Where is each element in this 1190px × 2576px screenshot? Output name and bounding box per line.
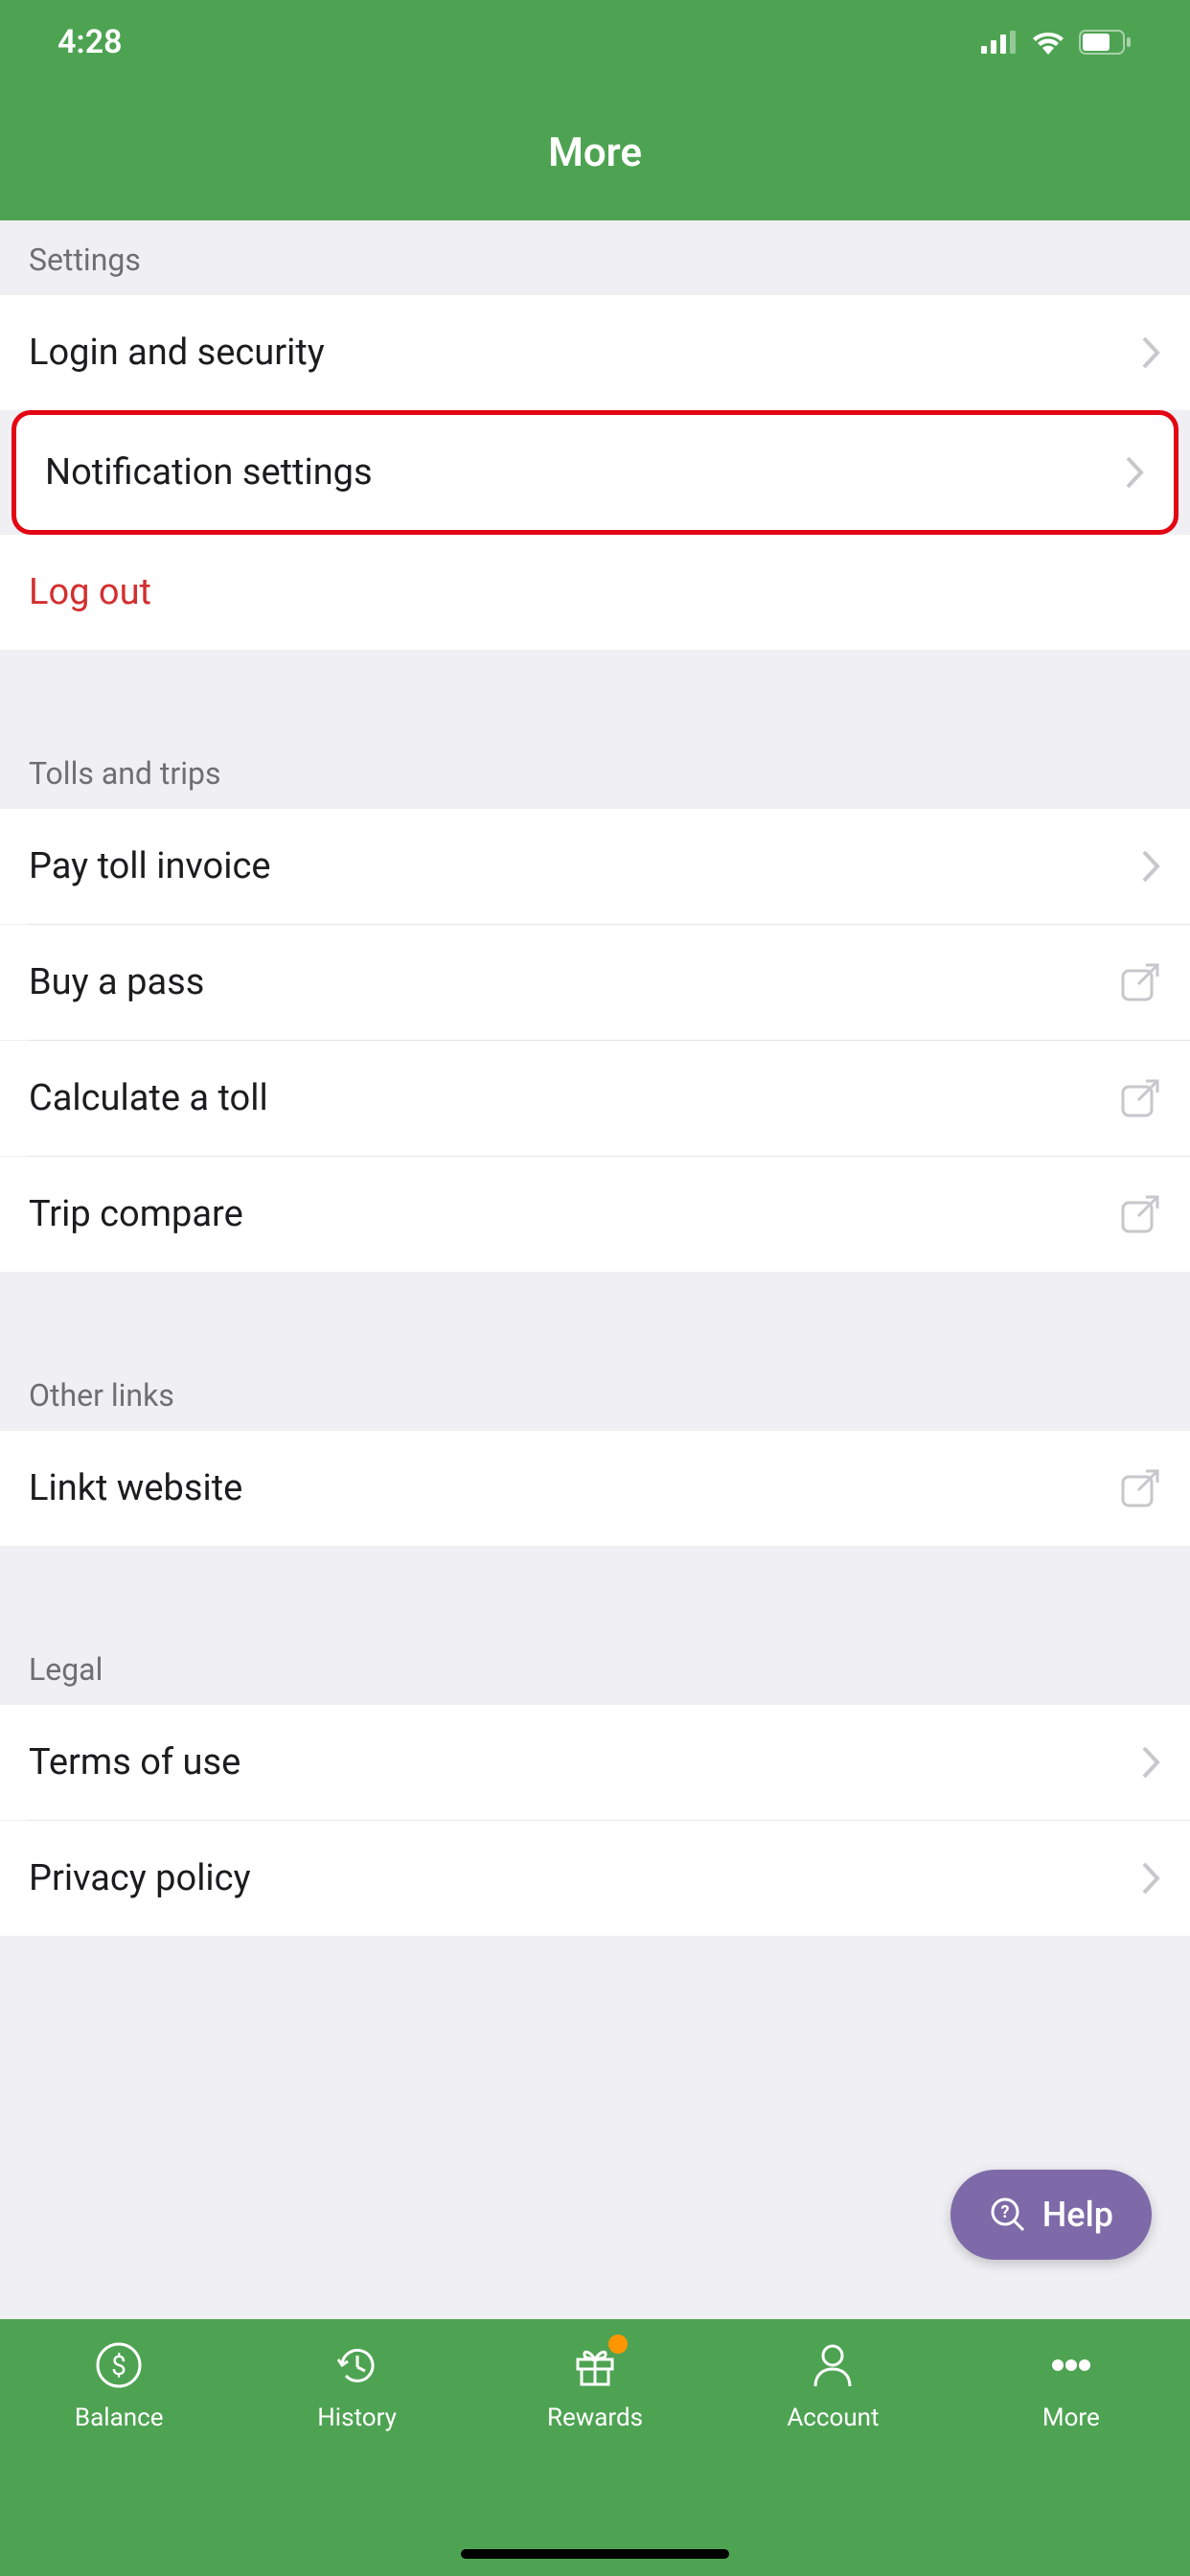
tab-label: Account (787, 2404, 879, 2432)
list-item-pay-toll-invoice[interactable]: Pay toll invoice (0, 809, 1190, 924)
status-icons (981, 30, 1133, 55)
list-item-trip-compare[interactable]: Trip compare (0, 1157, 1190, 1272)
status-bar: 4:28 (0, 0, 1190, 84)
list-item-label: Privacy policy (29, 1857, 251, 1899)
list-item-buy-pass[interactable]: Buy a pass (0, 925, 1190, 1040)
svg-text:$: $ (111, 2350, 126, 2381)
list-item-label: Login and security (29, 332, 325, 374)
chevron-right-icon (1142, 1746, 1161, 1779)
section-header-other-links: Other links (0, 1348, 1190, 1431)
status-time: 4:28 (57, 23, 123, 61)
list-item-terms-of-use[interactable]: Terms of use (0, 1705, 1190, 1820)
list-item-notification-settings[interactable]: Notification settings (11, 410, 1179, 535)
wifi-icon (1031, 30, 1065, 55)
tab-balance[interactable]: $ Balance (0, 2338, 238, 2576)
list-item-label: Terms of use (29, 1741, 240, 1783)
help-icon: ? (989, 2196, 1027, 2234)
tab-history[interactable]: History (238, 2338, 475, 2576)
section-header-tolls-trips: Tolls and trips (0, 726, 1190, 809)
list-item-label: Calculate a toll (29, 1077, 268, 1119)
list-item-label: Buy a pass (29, 961, 204, 1003)
help-button-label: Help (1042, 2195, 1113, 2235)
tab-more[interactable]: More (952, 2338, 1190, 2576)
tab-label: Rewards (547, 2404, 643, 2432)
account-icon (808, 2338, 858, 2392)
list-item-login-security[interactable]: Login and security (0, 295, 1190, 410)
list-item-label: Trip compare (29, 1193, 243, 1235)
tab-account[interactable]: Account (714, 2338, 951, 2576)
list-item-linkt-website[interactable]: Linkt website (0, 1431, 1190, 1546)
help-button[interactable]: ? Help (950, 2170, 1152, 2260)
tab-rewards[interactable]: Rewards (476, 2338, 714, 2576)
list-item-label: Log out (29, 571, 151, 613)
section-header-legal: Legal (0, 1622, 1190, 1705)
balance-icon: $ (94, 2338, 144, 2392)
section-header-settings: Settings (0, 220, 1190, 295)
history-icon (332, 2338, 382, 2392)
chevron-right-icon (1126, 456, 1145, 489)
chevron-right-icon (1142, 850, 1161, 883)
page-title: More (548, 129, 642, 176)
tab-label: More (1042, 2404, 1100, 2432)
battery-icon (1079, 30, 1133, 55)
svg-text:?: ? (1000, 2202, 1009, 2222)
tab-label: History (317, 2404, 397, 2432)
list-item-log-out[interactable]: Log out (0, 535, 1190, 650)
nav-bar: More (0, 84, 1190, 220)
list-item-label: Pay toll invoice (29, 845, 271, 887)
chevron-right-icon (1142, 1862, 1161, 1895)
external-link-icon (1119, 1193, 1161, 1235)
tab-label: Balance (75, 2404, 164, 2432)
home-indicator[interactable] (461, 2549, 729, 2559)
external-link-icon (1119, 961, 1161, 1003)
external-link-icon (1119, 1467, 1161, 1509)
list-item-label: Notification settings (45, 451, 373, 494)
tab-bar: $ Balance History Rewa (0, 2319, 1190, 2576)
more-icon (1046, 2338, 1096, 2392)
external-link-icon (1119, 1077, 1161, 1119)
list-item-privacy-policy[interactable]: Privacy policy (0, 1821, 1190, 1936)
notification-badge (608, 2334, 628, 2354)
rewards-icon (570, 2338, 620, 2392)
cellular-signal-icon (981, 31, 1018, 54)
chevron-right-icon (1142, 336, 1161, 369)
list-item-label: Linkt website (29, 1467, 242, 1509)
list-item-calculate-toll[interactable]: Calculate a toll (0, 1041, 1190, 1156)
